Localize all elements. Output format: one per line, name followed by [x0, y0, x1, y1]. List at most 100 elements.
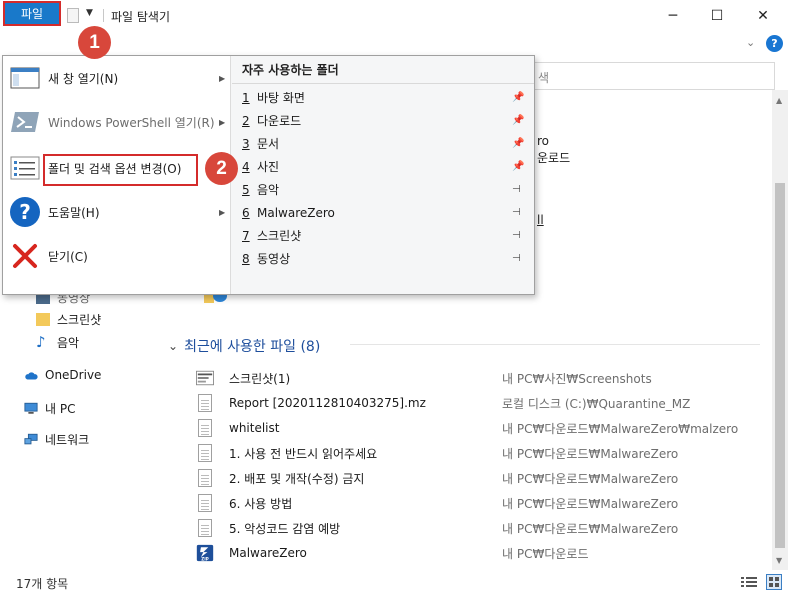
file-name: MalwareZero: [229, 546, 307, 560]
recent-file-row[interactable]: 스크린샷(1) 내 PC₩사진₩Screenshots: [196, 366, 756, 390]
partial-folder-label: ll: [537, 213, 544, 227]
menu-item-powershell[interactable]: Windows PowerShell 열기(R) ▶: [3, 100, 231, 144]
recent-file-row[interactable]: ZIP MalwareZero 내 PC₩다운로드: [196, 541, 756, 565]
sidebar-item-this-pc[interactable]: 내 PC: [24, 400, 75, 417]
unpin-icon[interactable]: ⊣: [512, 253, 521, 264]
close-button[interactable]: ✕: [740, 0, 786, 31]
frequent-folder-item[interactable]: 2 다운로드 📌: [242, 109, 527, 132]
folder-name: 바탕 화면: [257, 91, 305, 105]
frequent-folders-header: 자주 사용하는 폴더: [242, 63, 339, 77]
image-file-icon: [196, 368, 214, 388]
scroll-down-icon[interactable]: ▼: [776, 556, 782, 565]
sidebar-item-screenshots[interactable]: 스크린샷: [36, 311, 101, 328]
frequent-folder-item[interactable]: 3 문서 📌: [242, 132, 527, 155]
shortcut-number: 7: [242, 228, 250, 243]
help-icon[interactable]: ?: [766, 35, 783, 52]
folder-name: 음악: [257, 183, 280, 197]
maximize-button[interactable]: ☐: [694, 0, 740, 31]
frequent-folder-item[interactable]: 7 스크린샷 ⊣: [242, 224, 527, 247]
menu-item-close[interactable]: 닫기(C): [3, 234, 231, 278]
sidebar-item-network[interactable]: 네트워크: [24, 431, 89, 448]
shortcut-number: 2: [242, 113, 250, 128]
menu-item-label: 도움말(H): [48, 205, 100, 220]
file-tab[interactable]: 파일: [3, 1, 61, 26]
unpin-icon[interactable]: ⊣: [512, 184, 521, 195]
document-icon: [196, 518, 214, 538]
separator: [103, 9, 104, 22]
sidebar-item-label: 내 PC: [45, 402, 76, 416]
shortcut-number: 1: [242, 90, 250, 105]
pin-icon[interactable]: 📌: [512, 92, 524, 103]
title-bar: ▼ 파일 탐색기 ─ ☐ ✕: [0, 0, 788, 31]
menu-item-label: 새 창 열기(N): [48, 71, 119, 86]
unpin-icon[interactable]: ⊣: [512, 207, 521, 218]
step-badge-1: 1: [78, 26, 111, 59]
shortcut-number: 5: [242, 182, 250, 197]
file-name: 1. 사용 전 반드시 읽어주세요: [229, 446, 378, 461]
window-title: 파일 탐색기: [111, 10, 171, 24]
folder-name: 동영상: [257, 252, 291, 266]
details-view-icon[interactable]: [741, 576, 757, 589]
new-folder-icon[interactable]: [67, 8, 79, 23]
sidebar-item-label: 음악: [57, 336, 80, 350]
menu-item-new-window[interactable]: 새 창 열기(N) ▶: [3, 56, 231, 100]
recent-files-header[interactable]: ⌄ 최근에 사용한 파일 (8): [168, 336, 320, 356]
large-icons-view-icon[interactable]: [766, 574, 782, 590]
collapse-chevron-icon: ⌄: [168, 339, 179, 353]
file-name: 5. 악성코드 감염 예방: [229, 521, 341, 536]
folder-options-icon: [9, 152, 41, 184]
quick-access-dropdown-icon[interactable]: ▼: [86, 8, 93, 18]
vertical-scrollbar[interactable]: ▲ ▼: [772, 90, 788, 570]
recent-file-row[interactable]: 5. 악성코드 감염 예방 내 PC₩다운로드₩MalwareZero: [196, 516, 756, 540]
recent-file-row[interactable]: whitelist 내 PC₩다운로드₩MalwareZero₩malzero: [196, 416, 756, 440]
submenu-arrow-icon: ▶: [219, 207, 226, 217]
partial-folder-label: ro: [537, 134, 550, 148]
sidebar-item-label: 네트워크: [45, 433, 90, 447]
submenu-arrow-icon: ▶: [219, 73, 226, 83]
menu-item-label: 닫기(C): [48, 249, 88, 264]
zip-icon: ZIP: [196, 543, 214, 563]
folder-icon: [36, 313, 50, 326]
file-name: Report [2020112810403275].mz: [229, 396, 426, 410]
folder-name: MalwareZero: [257, 205, 335, 220]
sidebar-item-label: OneDrive: [45, 368, 102, 382]
file-path: 로컬 디스크 (C:)₩Quarantine_MZ: [502, 396, 691, 411]
recent-file-row[interactable]: Report [2020112810403275].mz 로컬 디스크 (C:)…: [196, 391, 756, 415]
document-icon: [196, 493, 214, 513]
pin-icon[interactable]: 📌: [512, 161, 524, 172]
unpin-icon[interactable]: ⊣: [512, 230, 521, 241]
file-name: 6. 사용 방법: [229, 496, 293, 511]
file-path: 내 PC₩다운로드₩MalwareZero: [502, 471, 679, 486]
shortcut-number: 8: [242, 251, 250, 266]
frequent-folder-item[interactable]: 4 사진 📌: [242, 155, 527, 178]
frequent-folder-item[interactable]: 8 동영상 ⊣: [242, 247, 527, 270]
close-x-icon: [9, 240, 41, 272]
step-badge-2: 2: [205, 152, 238, 185]
recent-file-row[interactable]: 2. 배포 및 개작(수정) 금지 내 PC₩다운로드₩MalwareZero: [196, 466, 756, 490]
search-box[interactable]: 색: [530, 62, 775, 90]
search-placeholder: 색: [538, 71, 550, 85]
pc-icon: [24, 402, 38, 414]
file-path: 내 PC₩다운로드₩MalwareZero₩malzero: [502, 421, 739, 436]
frequent-folder-item[interactable]: 1 바탕 화면 📌: [242, 86, 527, 109]
ribbon-expand-icon[interactable]: ⌄: [746, 36, 755, 49]
file-path: 내 PC₩사진₩Screenshots: [502, 371, 652, 386]
recent-file-row[interactable]: 6. 사용 방법 내 PC₩다운로드₩MalwareZero: [196, 491, 756, 515]
sidebar-item-music[interactable]: ♪ 음악: [36, 334, 79, 351]
file-name: 스크린샷(1): [229, 371, 291, 386]
minimize-button[interactable]: ─: [650, 0, 696, 31]
pin-icon[interactable]: 📌: [512, 115, 524, 126]
powershell-icon: [9, 106, 41, 138]
frequent-folder-item[interactable]: 5 음악 ⊣: [242, 178, 527, 201]
pin-icon[interactable]: 📌: [512, 138, 524, 149]
file-menu: 새 창 열기(N) ▶ Windows PowerShell 열기(R) ▶ 폴…: [2, 55, 535, 295]
scrollbar-thumb[interactable]: [775, 183, 785, 548]
scroll-up-icon[interactable]: ▲: [776, 96, 782, 105]
document-icon: [196, 443, 214, 463]
shortcut-number: 6: [242, 205, 250, 220]
frequent-folder-item[interactable]: 6 MalwareZero ⊣: [242, 201, 527, 224]
recent-file-row[interactable]: 1. 사용 전 반드시 읽어주세요 내 PC₩다운로드₩MalwareZero: [196, 441, 756, 465]
menu-item-help[interactable]: ? 도움말(H) ▶: [3, 190, 231, 234]
document-icon: [196, 418, 214, 438]
sidebar-item-onedrive[interactable]: OneDrive: [24, 368, 101, 382]
